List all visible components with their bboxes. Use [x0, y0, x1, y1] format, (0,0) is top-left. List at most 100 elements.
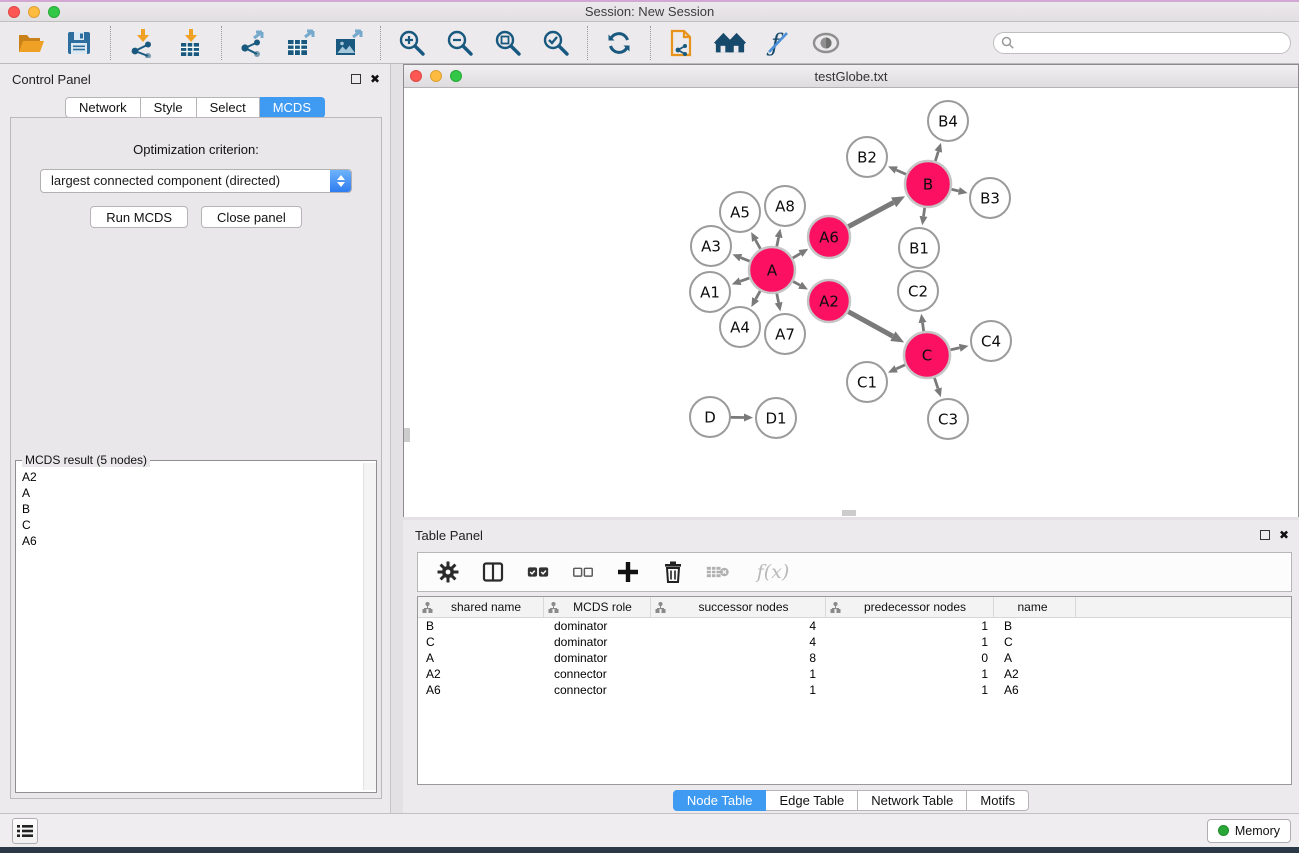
tab-select[interactable]: Select: [197, 97, 260, 118]
close-panel-button[interactable]: Close panel: [201, 206, 302, 228]
settings-gear-icon[interactable]: [436, 559, 460, 585]
graph-node-label-A7: A7: [775, 325, 795, 343]
add-column-icon[interactable]: [616, 559, 640, 585]
select-all-icon[interactable]: [526, 559, 550, 585]
table-cell: A2: [994, 667, 1076, 681]
float-panel-icon[interactable]: [351, 74, 361, 84]
memory-label: Memory: [1235, 824, 1280, 838]
table-cell: B: [994, 619, 1076, 633]
tab-node-table[interactable]: Node Table: [673, 790, 767, 811]
table-cell: A6: [994, 683, 1076, 697]
mcds-result-list: A2ABCA6: [16, 461, 376, 549]
graph-node-label-A3: A3: [701, 237, 721, 255]
toggle-graphics-details-icon[interactable]: ƒ: [762, 27, 794, 59]
zoom-in-icon[interactable]: [396, 27, 428, 59]
table-header-row: shared name MCDS role successor nodes pr…: [418, 597, 1291, 618]
export-image-icon[interactable]: [333, 27, 365, 59]
zoom-out-icon[interactable]: [444, 27, 476, 59]
mcds-result-item[interactable]: A6: [22, 533, 370, 549]
split-columns-icon[interactable]: [481, 559, 505, 585]
close-table-panel-icon[interactable]: ✖: [1279, 530, 1289, 540]
deselect-all-icon[interactable]: [571, 559, 595, 585]
memory-button[interactable]: Memory: [1207, 819, 1291, 843]
table-cell: 1: [826, 619, 994, 633]
show-hide-eye-icon[interactable]: [810, 27, 842, 59]
tab-style[interactable]: Style: [141, 97, 197, 118]
table-row[interactable]: A2connector11A2: [418, 666, 1291, 682]
table-cell: 4: [651, 619, 826, 633]
optimization-criterion-dropdown[interactable]: largest connected component (directed): [40, 169, 352, 193]
dropdown-stepper-icon: [330, 170, 351, 192]
import-table-icon[interactable]: [174, 27, 206, 59]
float-table-panel-icon[interactable]: [1260, 530, 1270, 540]
tab-mcds[interactable]: MCDS: [260, 97, 325, 118]
mcds-panel: Optimization criterion: largest connecte…: [10, 117, 382, 799]
mcds-result-item[interactable]: B: [22, 501, 370, 517]
search-field: [993, 32, 1291, 54]
mcds-result-item[interactable]: A: [22, 485, 370, 501]
zoom-fit-icon[interactable]: [492, 27, 524, 59]
table-panel: Table Panel ✖ f(x): [403, 520, 1299, 813]
table-panel-tabs: Node TableEdge TableNetwork TableMotifs: [673, 790, 1029, 811]
column-header-successor-nodes[interactable]: successor nodes: [651, 597, 826, 617]
main-toolbar: ƒ: [0, 22, 1299, 64]
window-title: Session: New Session: [0, 4, 1299, 19]
export-network-icon[interactable]: [237, 27, 269, 59]
tab-network-table[interactable]: Network Table: [858, 790, 967, 811]
mcds-result-scrollbar[interactable]: [363, 463, 376, 790]
mcds-result-item[interactable]: C: [22, 517, 370, 533]
mcds-result-title: MCDS result (5 nodes): [22, 453, 150, 467]
app-titlebar: Session: New Session: [0, 0, 1299, 22]
import-network-icon[interactable]: [126, 27, 158, 59]
table-cell: 1: [826, 667, 994, 681]
table-cell: connector: [544, 667, 651, 681]
delete-table-icon[interactable]: [706, 559, 730, 585]
table-cell: 1: [651, 667, 826, 681]
column-header-mcds-role[interactable]: MCDS role: [544, 597, 651, 617]
graph-node-label-A6: A6: [819, 228, 839, 246]
optimization-criterion-label: Optimization criterion:: [11, 142, 381, 157]
open-session-icon[interactable]: [15, 27, 47, 59]
horizontal-scrollbar-thumb[interactable]: [842, 510, 856, 516]
tab-network[interactable]: Network: [65, 97, 141, 118]
refresh-view-icon[interactable]: [603, 27, 635, 59]
table-row[interactable]: A6connector11A6: [418, 682, 1291, 698]
vertical-scrollbar-thumb[interactable]: [404, 428, 410, 442]
new-session-from-network-icon[interactable]: [666, 27, 698, 59]
column-header-name[interactable]: name: [994, 597, 1076, 617]
graph-edge-A2-C[interactable]: [846, 310, 893, 336]
column-header-shared-name[interactable]: shared name: [418, 597, 544, 617]
graph-node-label-C3: C3: [938, 410, 958, 428]
zoom-selected-icon[interactable]: [540, 27, 572, 59]
mcds-result-box: MCDS result (5 nodes) A2ABCA6: [15, 460, 377, 793]
tab-edge-table[interactable]: Edge Table: [766, 790, 858, 811]
table-row[interactable]: Bdominator41B: [418, 618, 1291, 634]
graph-node-label-A8: A8: [775, 197, 795, 215]
mcds-result-item[interactable]: A2: [22, 469, 370, 485]
control-panel-tabs: NetworkStyleSelectMCDS: [65, 97, 325, 118]
home-icon[interactable]: [714, 27, 746, 59]
run-mcds-button[interactable]: Run MCDS: [90, 206, 188, 228]
search-icon: [1001, 36, 1015, 55]
table-row[interactable]: Cdominator41C: [418, 634, 1291, 650]
export-table-icon[interactable]: [285, 27, 317, 59]
search-input[interactable]: [993, 32, 1291, 54]
close-panel-icon[interactable]: ✖: [370, 74, 380, 84]
graph-node-label-D1: D1: [765, 409, 786, 427]
save-session-icon[interactable]: [63, 27, 95, 59]
delete-column-trash-icon[interactable]: [661, 559, 685, 585]
table-cell: dominator: [544, 619, 651, 633]
table-cell: 1: [826, 635, 994, 649]
tab-motifs[interactable]: Motifs: [967, 790, 1029, 811]
table-panel-title: Table Panel: [415, 528, 1260, 543]
graph-node-label-B: B: [923, 175, 933, 193]
graph-node-label-A: A: [767, 261, 778, 279]
memory-status-icon: [1218, 825, 1229, 836]
node-table: shared name MCDS role successor nodes pr…: [417, 596, 1292, 785]
graph-edge-A6-B[interactable]: [846, 202, 894, 228]
column-header-predecessor-nodes[interactable]: predecessor nodes: [826, 597, 994, 617]
function-builder-icon[interactable]: f(x): [751, 559, 795, 585]
network-canvas[interactable]: AA1A2A3A4A5A6A7A8BB1B2B3B4CC1C2C3C4DD1: [404, 88, 1298, 517]
task-history-button[interactable]: [12, 818, 38, 844]
table-row[interactable]: Adominator80A: [418, 650, 1291, 666]
